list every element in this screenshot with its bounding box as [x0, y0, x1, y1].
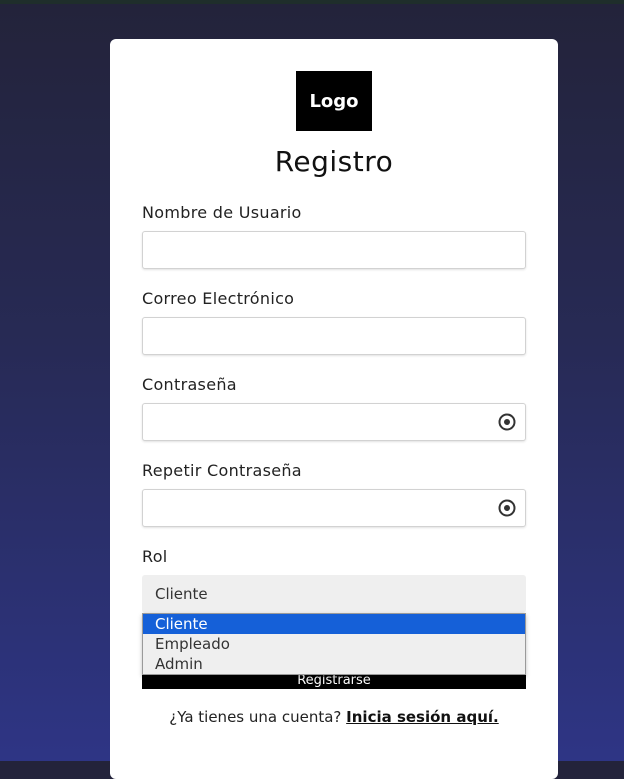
eye-icon[interactable]	[498, 499, 516, 517]
login-prompt: ¿Ya tienes una cuenta? Inicia sesión aqu…	[110, 708, 558, 726]
top-bar	[0, 0, 624, 4]
role-dropdown-list: Cliente Empleado Admin	[142, 613, 526, 675]
email-label: Correo Electrónico	[142, 289, 295, 308]
username-label: Nombre de Usuario	[142, 203, 302, 222]
login-link[interactable]: Inicia sesión aquí.	[346, 708, 499, 726]
email-input[interactable]	[142, 317, 526, 355]
register-button[interactable]: Registrarse	[142, 673, 526, 689]
password-input[interactable]	[142, 403, 526, 441]
repeat-password-input[interactable]	[142, 489, 526, 527]
username-input[interactable]	[142, 231, 526, 269]
repeat-password-label: Repetir Contraseña	[142, 461, 302, 480]
password-label: Contraseña	[142, 375, 237, 394]
login-prompt-text: ¿Ya tienes una cuenta?	[169, 708, 342, 726]
role-option-admin[interactable]: Admin	[143, 654, 525, 674]
role-option-cliente[interactable]: Cliente	[143, 614, 525, 634]
role-select[interactable]: Cliente	[142, 575, 526, 613]
logo: Logo	[296, 71, 372, 131]
role-label: Rol	[142, 547, 168, 566]
eye-icon[interactable]	[498, 413, 516, 431]
page-title: Registro	[274, 145, 394, 178]
role-option-empleado[interactable]: Empleado	[143, 634, 525, 654]
